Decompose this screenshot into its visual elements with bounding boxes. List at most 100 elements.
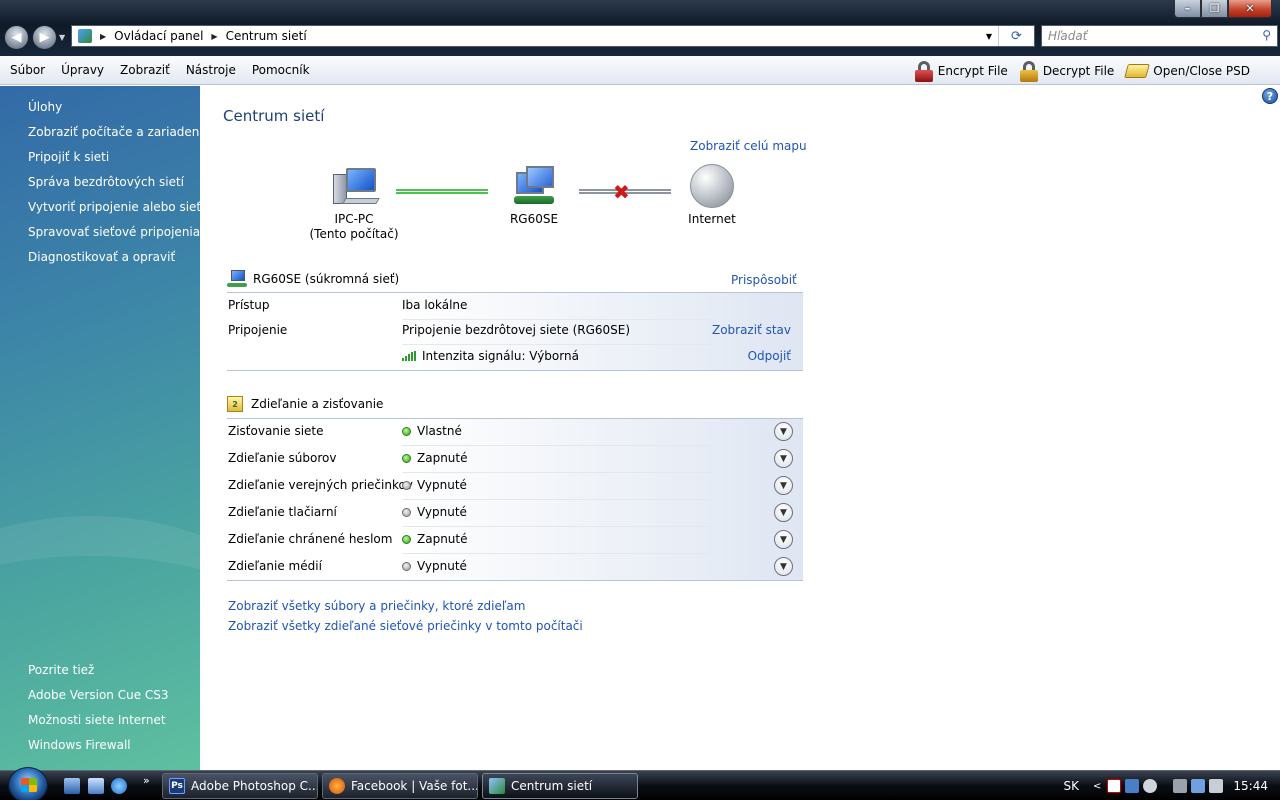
network-tray-icon[interactable] xyxy=(1191,779,1206,793)
menu-help[interactable]: Pomocník xyxy=(244,63,318,77)
sharing-panel: Zisťovanie siete Vlastné ▼ Zdieľanie súb… xyxy=(227,418,803,581)
decrypt-file-button[interactable]: Decrypt File xyxy=(1019,60,1115,82)
help-icon[interactable]: ? xyxy=(1262,88,1278,104)
encrypt-file-button[interactable]: Encrypt File xyxy=(914,60,1008,82)
sharing-row-public-folders: Zdieľanie verejných priečinkov Vypnuté ▼ xyxy=(227,473,803,500)
quick-launch-overflow-icon[interactable]: » xyxy=(143,774,150,787)
expand-chevron-icon[interactable]: ▼ xyxy=(774,449,793,468)
back-button[interactable]: ◀ xyxy=(4,25,29,50)
view-full-map-link[interactable]: Zobraziť celú mapu xyxy=(690,139,807,153)
view-status-link[interactable]: Zobraziť stav xyxy=(712,323,791,337)
decrypt-file-label: Decrypt File xyxy=(1042,63,1115,78)
taskbar-label: Adobe Photoshop C... xyxy=(191,779,318,793)
sharing-section-title: Zdieľanie a zisťovanie xyxy=(251,397,384,411)
search-icon[interactable]: ⚲ xyxy=(1262,28,1271,42)
see-also-firewall[interactable]: Windows Firewall xyxy=(28,738,131,752)
disconnected-x-icon: ✖ xyxy=(613,180,630,204)
sharing-status: Vypnuté xyxy=(417,559,467,573)
network-row-access: Prístup Iba lokálne xyxy=(227,293,803,320)
network-section-header: RG60SE (súkromná sieť) xyxy=(227,270,399,288)
address-dropdown-icon[interactable]: ▼ xyxy=(980,32,998,41)
sharing-status: Zapnuté xyxy=(417,451,468,465)
crumb-separator-icon[interactable]: ▶ xyxy=(100,32,106,41)
task-create-connection[interactable]: Vytvoriť pripojenie alebo sieť xyxy=(28,200,200,214)
menu-tools[interactable]: Nástroje xyxy=(178,63,244,77)
tray-app-icon[interactable] xyxy=(1125,779,1140,793)
page-title: Centrum sietí xyxy=(223,107,325,125)
sharing-label: Zdieľanie verejných priečinkov xyxy=(228,478,413,492)
sharing-status: Zapnuté xyxy=(417,532,468,546)
maximize-button[interactable]: ❐ xyxy=(1201,0,1228,18)
expand-chevron-icon[interactable]: ▼ xyxy=(774,503,793,522)
minimize-button[interactable]: – xyxy=(1174,0,1201,18)
taskbar-button-photoshop[interactable]: Ps Adobe Photoshop C... xyxy=(162,773,318,799)
breadcrumb-control-panel[interactable]: Ovládací panel xyxy=(114,29,203,43)
breadcrumb-network-center[interactable]: Centrum sietí xyxy=(226,29,307,43)
disconnect-link[interactable]: Odpojiť xyxy=(748,349,791,363)
task-manage-connections[interactable]: Spravovať sieťové pripojenia xyxy=(28,225,200,239)
expand-chevron-icon[interactable]: ▼ xyxy=(774,530,793,549)
customize-link[interactable]: Prispôsobiť xyxy=(731,273,797,287)
signal-strength-value: Intenzita signálu: Výborná xyxy=(422,349,579,363)
menu-view[interactable]: Zobraziť xyxy=(112,63,178,77)
see-also-version-cue[interactable]: Adobe Version Cue CS3 xyxy=(28,688,169,702)
switch-windows-icon[interactable] xyxy=(88,778,104,794)
menu-edit[interactable]: Úpravy xyxy=(53,63,112,77)
clock[interactable]: 15:44 xyxy=(1233,779,1268,793)
power-icon[interactable] xyxy=(1173,779,1188,793)
tray-overflow-icon[interactable]: < xyxy=(1093,781,1101,792)
sharing-label: Zisťovanie siete xyxy=(228,424,324,438)
language-indicator[interactable]: SK xyxy=(1064,779,1080,793)
sharing-label: Zdieľanie tlačiarní xyxy=(228,505,337,519)
menu-file[interactable]: Súbor xyxy=(0,63,53,77)
sharing-status: Vlastné xyxy=(417,424,462,438)
status-off-icon xyxy=(402,507,411,517)
status-on-icon xyxy=(402,453,411,463)
see-also-internet-options[interactable]: Možnosti siete Internet xyxy=(28,713,166,727)
network-row-connection: Pripojenie Pripojenie bezdrôtovej siete … xyxy=(227,318,803,345)
recent-pages-arrow-icon[interactable]: ▼ xyxy=(59,33,65,42)
globe-icon xyxy=(690,164,734,208)
menu-bar: Súbor Úpravy Zobraziť Nástroje Pomocník … xyxy=(0,56,1280,85)
see-also-heading: Pozrite tiež xyxy=(28,663,95,677)
tray-app-icon[interactable] xyxy=(1143,779,1158,793)
antivirus-tray-icon[interactable] xyxy=(1107,779,1122,793)
forward-button[interactable]: ▶ xyxy=(32,25,57,50)
map-node-internet[interactable]: Internet xyxy=(678,164,746,227)
task-manage-wireless[interactable]: Správa bezdrôtových sietí xyxy=(28,175,184,189)
volume-icon[interactable] xyxy=(1209,779,1224,793)
view-shared-folders-link[interactable]: Zobraziť všetky zdieľané sieťové priečin… xyxy=(228,619,583,633)
refresh-icon[interactable]: ⟳ xyxy=(998,26,1034,46)
taskbar-button-firefox[interactable]: Facebook | Vaše fot... xyxy=(322,773,478,799)
task-diagnose-repair[interactable]: Diagnostikovať a opraviť xyxy=(28,250,175,264)
address-bar[interactable]: ▶ Ovládací panel ▶ Centrum sietí ▼ ⟳ xyxy=(71,25,1035,47)
psd-folder-icon xyxy=(1124,63,1151,78)
internet-explorer-icon[interactable] xyxy=(111,778,127,794)
task-view-computers[interactable]: Zobraziť počítače a zariadenia xyxy=(28,125,200,139)
crumb-separator-icon[interactable]: ▶ xyxy=(211,32,217,41)
search-input[interactable]: Hľadať ⚲ xyxy=(1041,25,1278,47)
status-on-icon xyxy=(402,534,411,544)
expand-chevron-icon[interactable]: ▼ xyxy=(774,422,793,441)
expand-chevron-icon[interactable]: ▼ xyxy=(774,476,793,495)
taskbar-button-network-center[interactable]: Centrum sietí xyxy=(482,773,638,799)
taskbar-label: Facebook | Vaše fot... xyxy=(351,779,478,793)
sharing-row-printers: Zdieľanie tlačiarní Vypnuté ▼ xyxy=(227,500,803,527)
start-button[interactable] xyxy=(8,767,48,800)
connection-label: Pripojenie xyxy=(228,323,288,337)
network-details-panel: Prístup Iba lokálne Pripojenie Pripojeni… xyxy=(227,292,803,371)
access-value: Iba lokálne xyxy=(402,298,468,312)
network-section-title: RG60SE (súkromná sieť) xyxy=(253,272,400,286)
network-name: RG60SE xyxy=(509,212,559,226)
show-desktop-icon[interactable] xyxy=(64,778,80,794)
view-shared-files-link[interactable]: Zobraziť všetky súbory a priečinky, ktor… xyxy=(228,599,525,613)
open-close-psd-button[interactable]: Open/Close PSD xyxy=(1124,63,1250,78)
task-connect-network[interactable]: Pripojiť k sieti xyxy=(28,150,109,164)
close-button[interactable]: ✕ xyxy=(1228,0,1272,18)
sharing-row-files: Zdieľanie súborov Zapnuté ▼ xyxy=(227,446,803,473)
map-node-computer[interactable]: IPC-PC (Tento počítač) xyxy=(304,166,404,242)
sharing-row-media: Zdieľanie médií Vypnuté ▼ xyxy=(227,554,803,581)
network-row-signal: Intenzita signálu: Výborná Odpojiť xyxy=(227,344,803,371)
map-node-network[interactable]: RG60SE xyxy=(494,166,574,227)
expand-chevron-icon[interactable]: ▼ xyxy=(774,557,793,576)
